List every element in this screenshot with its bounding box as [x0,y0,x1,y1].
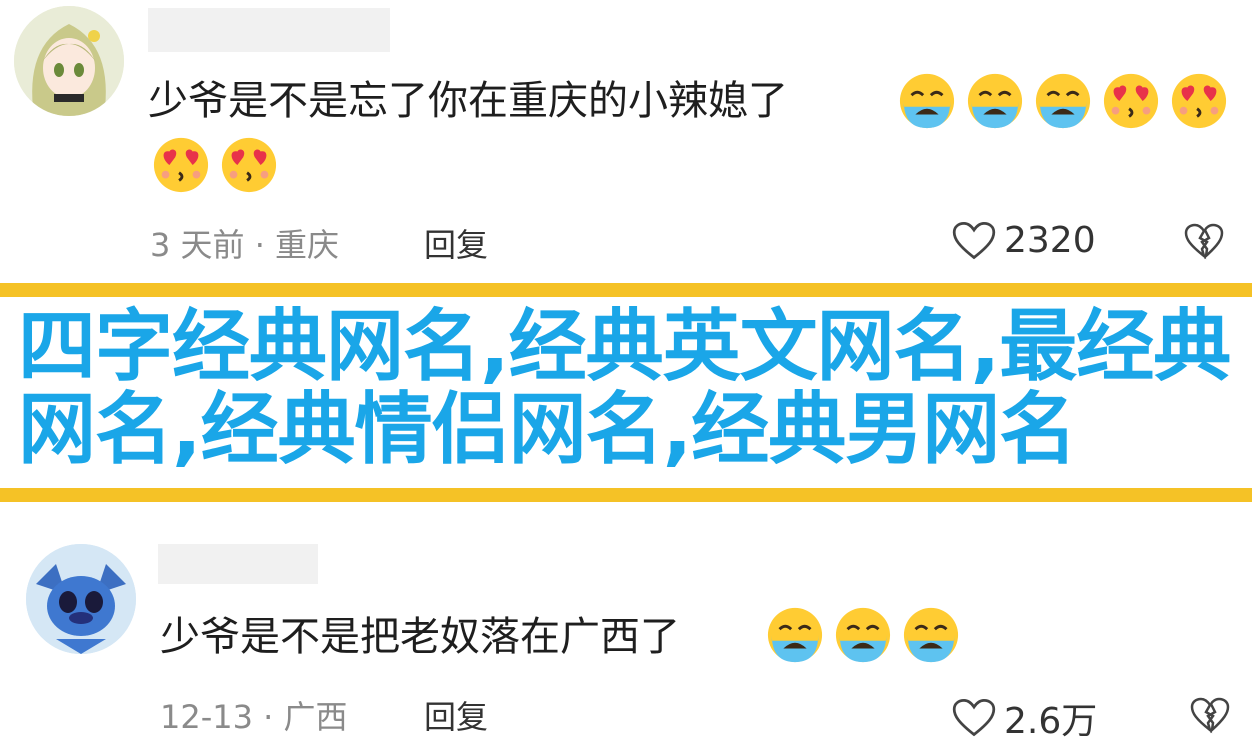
stitch-avatar-icon [26,544,136,654]
avatar[interactable] [14,6,124,116]
like-button[interactable]: 2320 [952,220,1096,261]
broken-heart-icon[interactable] [1190,696,1230,734]
heart-eyes-face-icon [220,136,278,194]
banner-title: 四字经典网名,经典英文网名,最经典网名,经典情侣网名,经典男网名 [18,302,1231,475]
avatar[interactable] [26,544,136,654]
reply-button[interactable]: 回复 [424,220,488,266]
heart-outline-icon [952,698,996,738]
emoji-row [766,606,960,664]
banner-stripe-bottom [0,488,1252,502]
comment-item: 少爷是不是把老奴落在广西了 12-13 · 广西 回复 2.6万 [0,510,1252,752]
heart-eyes-face-icon [1102,72,1160,130]
comment-meta: 3 天前 · 重庆 [150,226,340,264]
comment-text: 少爷是不是把老奴落在广西了 [160,614,680,660]
emoji-row [152,136,278,194]
heart-outline-icon [952,221,996,261]
broken-heart-icon[interactable] [1184,222,1224,260]
anime-girl-avatar-icon [14,6,124,116]
crying-face-icon [966,72,1024,130]
crying-face-icon [766,606,824,664]
username-placeholder[interactable] [148,8,390,52]
like-count: 2.6万 [1004,701,1098,742]
username-placeholder[interactable] [158,544,318,584]
heart-eyes-face-icon [1170,72,1228,130]
like-count: 2320 [1004,220,1096,261]
like-button[interactable]: 2.6万 [952,692,1097,744]
crying-face-icon [1034,72,1092,130]
comment-item: 少爷是不是忘了你在重庆的小辣媳了 3 天前 · 重庆 回复 2320 [0,0,1252,290]
banner-stripe-top [0,283,1252,297]
crying-face-icon [902,606,960,664]
emoji-row [898,72,1228,130]
crying-face-icon [834,606,892,664]
comment-meta: 12-13 · 广西 [160,698,348,736]
comment-text: 少爷是不是忘了你在重庆的小辣媳了 [148,78,788,124]
reply-button[interactable]: 回复 [424,692,488,738]
heart-eyes-face-icon [152,136,210,194]
crying-face-icon [898,72,956,130]
